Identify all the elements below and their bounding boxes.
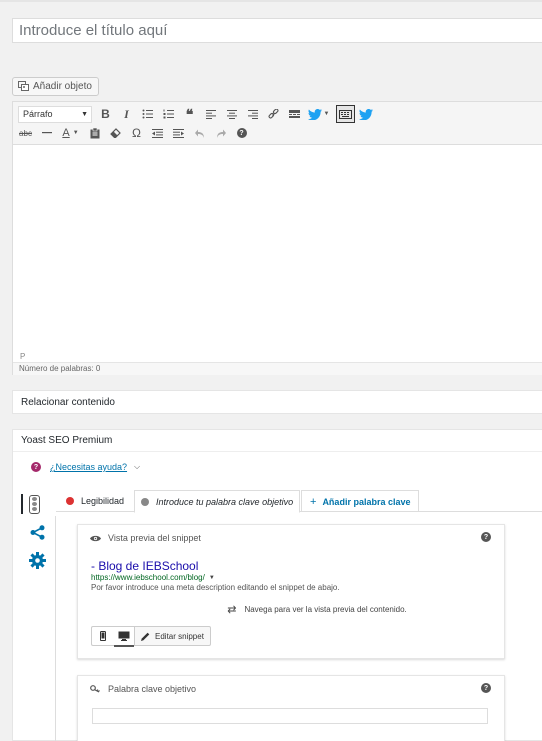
align-right-icon[interactable] (242, 104, 263, 124)
add-media-button[interactable]: Añadir objeto (12, 77, 99, 96)
side-tab-social[interactable] (21, 518, 53, 546)
focus-keyword-card: Palabra clave objetivo ? (77, 675, 505, 741)
word-count: Número de palabras: 0 (13, 362, 542, 375)
yoast-tabs: Legibilidad Introduce tu palabra clave o… (56, 490, 542, 513)
focus-keyword-title: Palabra clave objetivo (108, 684, 197, 694)
numbered-list-icon[interactable] (158, 104, 179, 124)
bullet-list-icon[interactable] (137, 104, 158, 124)
help-link[interactable]: ¿Necesitas ayuda? (50, 462, 127, 472)
yoast-seo-box: Yoast SEO Premium ? ¿Necesitas ayuda? ⌵ (12, 429, 542, 741)
chevron-down-icon: ▼ (208, 574, 215, 581)
add-keyword-button[interactable]: + Añadir palabra clave (301, 490, 420, 512)
twitter-icon[interactable]: ▼ (305, 104, 332, 124)
bold-icon[interactable]: B (95, 104, 116, 124)
clear-formatting-icon[interactable] (105, 123, 126, 143)
gear-icon (28, 551, 46, 569)
post-title-input[interactable]: Introduce el título aquí (12, 18, 542, 43)
focus-keyword-input[interactable] (92, 708, 488, 724)
format-select-value: Párrafo (23, 109, 53, 119)
chevron-down-icon: ▼ (323, 111, 330, 117)
traffic-light-icon (29, 494, 40, 514)
desktop-preview-button[interactable] (113, 627, 134, 647)
title-placeholder: Introduce el título aquí (19, 22, 168, 39)
chevron-down-icon[interactable]: ⌵ (134, 462, 140, 472)
focus-keyword-header[interactable]: Palabra clave objetivo (90, 684, 196, 694)
special-character-icon[interactable]: Ω (126, 123, 147, 143)
related-content-title: Relacionar contenido (21, 397, 115, 408)
side-divider (55, 516, 56, 741)
pencil-icon (141, 632, 150, 641)
add-media-label: Añadir objeto (33, 81, 92, 92)
blockquote-icon[interactable]: ❝ (179, 104, 200, 124)
snippet-controls: Editar snippet (91, 626, 211, 647)
add-keyword-label: Añadir palabra clave (322, 496, 411, 507)
key-icon (90, 685, 101, 693)
chevron-down-icon: ▼ (81, 110, 88, 118)
undo-icon[interactable] (189, 123, 210, 143)
tab-readability-label: Legibilidad (81, 496, 125, 506)
tab-readability[interactable]: Legibilidad (60, 490, 130, 512)
post-editor: Párrafo ▼ B I ❝ ▼ abc A ▼ Ω ? P Número d… (12, 101, 542, 375)
indent-icon[interactable] (168, 123, 189, 143)
snippet-title[interactable]: - Blog de IEBSchool (91, 559, 198, 573)
mobile-preview-button[interactable] (92, 627, 113, 646)
plus-icon: + (310, 495, 317, 508)
element-path: P (20, 352, 26, 361)
redo-icon[interactable] (210, 123, 231, 143)
edit-snippet-button[interactable]: Editar snippet (134, 626, 211, 646)
device-toggle (91, 626, 134, 647)
paste-text-icon[interactable] (84, 123, 105, 143)
link-icon[interactable] (263, 104, 284, 124)
read-more-icon[interactable] (284, 104, 305, 124)
snippet-url-row: https://www.iebschool.com/blog/ ▼ (91, 573, 215, 582)
side-tab-settings[interactable] (21, 546, 53, 574)
snippet-preview-title: Vista previa del snippet (108, 533, 201, 543)
editor-toolbar: Párrafo ▼ B I ❝ ▼ abc A ▼ Ω ? (13, 102, 542, 145)
help-icon[interactable]: ? (481, 683, 491, 693)
align-left-icon[interactable] (200, 104, 221, 124)
snippet-preview-header[interactable]: Vista previa del snippet (90, 533, 201, 543)
side-tab-content[interactable] (21, 490, 53, 518)
arrows-icon: ⇄ (227, 604, 237, 616)
align-center-icon[interactable] (221, 104, 242, 124)
snippet-url[interactable]: https://www.iebschool.com/blog/ (91, 573, 205, 582)
question-icon: ? (31, 462, 41, 472)
readability-status-dot (66, 497, 74, 505)
share-icon (30, 524, 44, 540)
active-indicator (21, 494, 23, 514)
italic-icon[interactable]: I (116, 104, 137, 124)
tab-keyword[interactable]: Introduce tu palabra clave objetivo (134, 490, 301, 513)
snippet-nav-hint: Navega para ver la vista previa del cont… (244, 605, 407, 614)
media-icon (18, 81, 30, 92)
help-icon[interactable]: ? (231, 123, 252, 143)
twitter-icon[interactable] (355, 104, 376, 124)
mobile-icon (99, 631, 106, 641)
snippet-nav-hint-row: ⇄ Navega para ver la vista previa del co… (78, 603, 504, 616)
related-content-box[interactable]: Relacionar contenido (12, 390, 542, 414)
eye-icon (90, 535, 101, 542)
chevron-down-icon: ▼ (72, 130, 79, 136)
help-row: ? ¿Necesitas ayuda? ⌵ (31, 462, 140, 472)
toolbar-row-2: abc A ▼ Ω ? (13, 123, 252, 143)
strikethrough-icon[interactable]: abc (15, 123, 36, 143)
snippet-preview-card: Vista previa del snippet ? - Blog de IEB… (77, 524, 505, 659)
yoast-box-title: Yoast SEO Premium (21, 435, 113, 446)
outdent-icon[interactable] (147, 123, 168, 143)
yoast-side-tabs (21, 490, 53, 574)
desktop-icon (118, 631, 129, 641)
toolbar-row-1: Párrafo ▼ B I ❝ ▼ (13, 104, 376, 124)
editor-content-area[interactable] (13, 145, 542, 345)
horizontal-line-icon[interactable] (36, 123, 57, 143)
keyword-status-dot (141, 497, 149, 506)
yoast-box-header[interactable]: Yoast SEO Premium (13, 430, 542, 452)
edit-snippet-label: Editar snippet (155, 631, 204, 641)
tab-keyword-label: Introduce tu palabra clave objetivo (156, 496, 294, 507)
keyboard-toggle-icon[interactable] (336, 105, 355, 123)
top-strip (0, 0, 542, 2)
help-icon[interactable]: ? (481, 532, 491, 542)
snippet-description[interactable]: Por favor introduce una meta description… (91, 583, 340, 592)
text-color-icon[interactable]: A ▼ (57, 123, 84, 143)
format-select[interactable]: Párrafo ▼ (18, 105, 92, 123)
